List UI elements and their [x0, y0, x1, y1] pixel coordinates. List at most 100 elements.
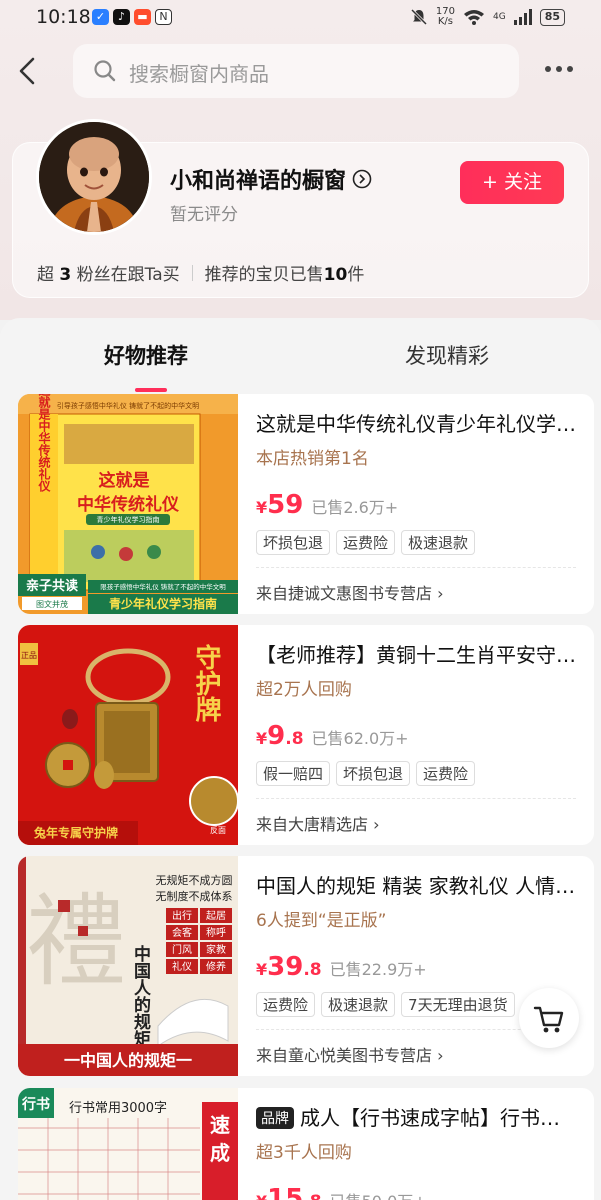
- store-name[interactable]: 小和尚禅语的橱窗: [170, 163, 372, 195]
- active-tab-indicator: [135, 388, 167, 392]
- image-badge: 亲子共读: [26, 578, 78, 594]
- grid-cell: 礼仪: [172, 960, 192, 973]
- signal-icon: [513, 9, 532, 25]
- image-line1: 无规矩不成方圆: [156, 873, 233, 887]
- back-arrow-icon[interactable]: [16, 56, 40, 86]
- grid-cell: 门风: [172, 943, 192, 956]
- app-notification-icon: ▬: [134, 9, 151, 25]
- product-price: ¥ 9 .8 已售62.0万+: [256, 721, 409, 751]
- product-store-link[interactable]: 来自大唐精选店 ›: [256, 811, 380, 835]
- image-corner: 行书: [21, 1096, 50, 1113]
- status-time: 10:18: [36, 6, 91, 28]
- price-currency: ¥: [256, 498, 268, 517]
- price-integer: 39: [267, 952, 304, 982]
- product-price: ¥ 15 .8 已售50.0万+: [256, 1184, 427, 1200]
- fans-suffix: 粉丝在跟Ta买: [76, 265, 180, 285]
- service-tag: 运费险: [416, 761, 476, 786]
- dashed-divider: [256, 567, 576, 568]
- sold-count: 已售50.0万+: [330, 1188, 427, 1200]
- product-image-brass-amulet[interactable]: 正品 守护牌 反面 兔年专属守护牌: [18, 625, 238, 845]
- grid-cell: 会客: [172, 926, 192, 939]
- sold-count: 已售62.0万+: [311, 729, 409, 748]
- product-store-link[interactable]: 来自捷诚文惠图书专营店 ›: [256, 580, 444, 604]
- service-tag: 坏损包退: [336, 761, 411, 786]
- store-avatar[interactable]: [36, 119, 152, 235]
- network-type: 4G: [492, 12, 506, 22]
- product-store-link[interactable]: 来自童心悦美图书专营店 ›: [256, 1042, 444, 1066]
- service-tag: 运费险: [256, 992, 316, 1017]
- product-tags: 运费险 极速退款 7天无理由退货: [256, 992, 515, 1017]
- price-currency: ¥: [256, 1192, 267, 1200]
- service-tag: 假一赔四: [256, 761, 331, 786]
- monk-avatar-image: [39, 122, 149, 232]
- speed-unit: K/s: [437, 16, 453, 27]
- fans-stat: 超 3 粉丝在跟Ta买: [37, 260, 180, 285]
- price-currency: ¥: [256, 960, 268, 979]
- price-integer: 15: [267, 1184, 304, 1200]
- product-title[interactable]: 品牌成人【行书速成字帖】行书常用3000字: [256, 1102, 576, 1131]
- grid-cell: 称呼: [206, 926, 226, 939]
- image-vertical-title: 这就是中华传统礼仪: [37, 394, 51, 493]
- tab-discover[interactable]: 发现精彩: [405, 340, 489, 370]
- notification-icons: ✓ ♪ ▬ N: [92, 9, 172, 25]
- price-currency: ¥: [256, 729, 268, 748]
- grid-cell: 起居: [206, 910, 226, 922]
- image-badge1: 速: [210, 1113, 230, 1137]
- service-tag: 运费险: [336, 530, 396, 555]
- shopping-cart-button[interactable]: [519, 988, 579, 1048]
- status-bar: 10:18 ✓ ♪ ▬ N 170 K/s 4G 85: [0, 0, 601, 38]
- store-name-text: 小和尚禅语的橱窗: [170, 169, 347, 194]
- tiktok-notification-icon: ♪: [113, 9, 130, 25]
- search-icon: [94, 60, 116, 82]
- product-card[interactable]: 行书 行书常用3000字 速 成 品牌成人【行书速成字帖】行书常用3000字 超…: [18, 1088, 594, 1200]
- store-stats: 超 3 粉丝在跟Ta买 推荐的宝贝已售10件: [37, 260, 364, 285]
- product-title[interactable]: 这就是中华传统礼仪青少年礼仪学习指南: [256, 408, 576, 437]
- app-notification-icon: ✓: [92, 9, 109, 25]
- product-card[interactable]: 引导孩子感悟中华礼仪 铸就了不起的中华文明 这就是中华传统礼仪 这就是 中华传统…: [18, 394, 594, 614]
- product-title[interactable]: 中国人的规矩 精装 家教礼仪 人情世故: [256, 870, 576, 899]
- product-tags: 坏损包退 运费险 极速退款: [256, 530, 476, 555]
- sold-count: 已售2.6万+: [311, 498, 399, 517]
- image-big-char: 禮: [26, 883, 126, 1000]
- search-placeholder: 搜索橱窗内商品: [129, 62, 269, 86]
- brand-badge: 品牌: [256, 1107, 294, 1129]
- image-cover-title2: 中华传统礼仪: [77, 494, 180, 515]
- image-top-banner: 引导孩子感悟中华礼仪 铸就了不起的中华文明: [57, 401, 199, 410]
- follow-button[interactable]: + 关注: [460, 161, 564, 204]
- tab-recommended[interactable]: 好物推荐: [104, 340, 188, 370]
- image-bottom-text: 一中国人的规矩一: [64, 1051, 192, 1070]
- chevron-right-circle-icon[interactable]: [352, 169, 372, 189]
- grid-cell: 修养: [206, 960, 226, 973]
- product-card[interactable]: 禮 无规矩不成方圆 无制度不成体系 出行 起居 会客 称呼 门风 家教 礼仪 修…: [18, 856, 594, 1076]
- product-title-text: 成人【行书速成字帖】行书常用3000字: [300, 1106, 576, 1130]
- image-book-title: 中国人的规矩: [130, 944, 151, 1048]
- more-options-icon[interactable]: [545, 66, 573, 72]
- product-subtitle: 本店热销第1名: [256, 449, 369, 469]
- price-integer: 59: [267, 490, 304, 520]
- network-speed: 170 K/s: [436, 7, 455, 27]
- image-corner: 正品: [21, 651, 37, 660]
- dashed-divider: [256, 798, 576, 799]
- price-decimal: .8: [303, 960, 322, 980]
- image-cover-title: 这就是: [99, 470, 150, 491]
- product-title[interactable]: 【老师推荐】黄铜十二生肖平安守护牌: [256, 639, 576, 668]
- sold-stat: 推荐的宝贝已售10件: [205, 260, 365, 285]
- product-card[interactable]: 正品 守护牌 反面 兔年专属守护牌 【老师推荐】黄铜十二生肖平安守护牌 超2万人…: [18, 625, 594, 845]
- product-image-calligraphy-copybook[interactable]: 行书 行书常用3000字 速 成: [18, 1088, 238, 1200]
- image-badge2: 成: [210, 1141, 230, 1165]
- sold-count: 已售22.9万+: [329, 960, 427, 979]
- search-input[interactable]: 搜索橱窗内商品: [73, 44, 519, 98]
- product-image-rules-book[interactable]: 禮 无规矩不成方圆 无制度不成体系 出行 起居 会客 称呼 门风 家教 礼仪 修…: [18, 856, 238, 1076]
- price-decimal: .8: [285, 729, 304, 749]
- service-tag: 极速退款: [401, 530, 476, 555]
- grid-cell: 家教: [206, 943, 226, 956]
- image-badge-sub: 图文并茂: [36, 599, 68, 609]
- grid-cell: 出行: [172, 909, 192, 922]
- price-decimal: .8: [303, 1192, 321, 1200]
- stats-divider: [191, 264, 193, 281]
- product-price: ¥ 59 已售2.6万+: [256, 490, 398, 520]
- nfc-icon: N: [155, 9, 172, 25]
- product-image-etiquette-book[interactable]: 引导孩子感悟中华礼仪 铸就了不起的中华文明 这就是中华传统礼仪 这就是 中华传统…: [18, 394, 238, 614]
- service-tag: 7天无理由退货: [401, 992, 515, 1017]
- shopping-cart-icon: [533, 1006, 564, 1033]
